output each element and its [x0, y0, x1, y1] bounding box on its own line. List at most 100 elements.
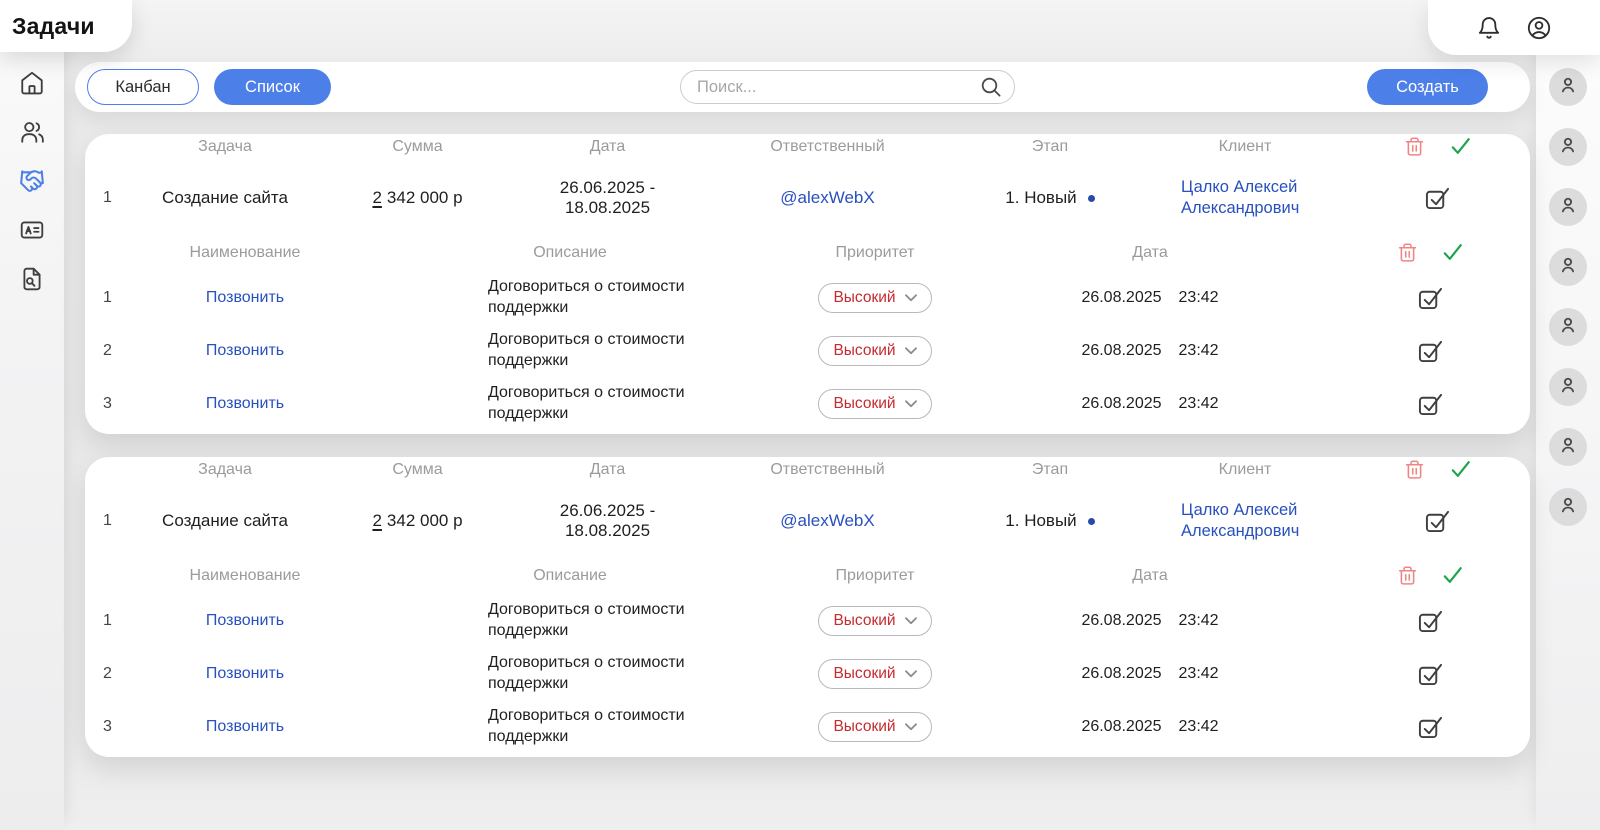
subtask-table-header: Наименование Описание Приоритет Дата [85, 235, 1530, 271]
subtask-date[interactable]: 26.08.2025 [1081, 612, 1161, 630]
task-sum[interactable]: 2342 000 р [320, 511, 515, 531]
row-checkbox[interactable] [1417, 391, 1444, 416]
subtask-row: 1 Позвонить Договориться о стоимости под… [85, 594, 1530, 647]
row-number: 3 [85, 395, 130, 413]
responsible-link[interactable]: @alexWebX [700, 511, 955, 531]
subtask-name-link[interactable]: Позвонить [130, 665, 360, 683]
row-checkbox[interactable] [1424, 508, 1451, 533]
col-sum: Сумма [320, 138, 515, 156]
task-table-header: Задача Сумма Дата Ответственный Этап Кли… [85, 134, 1530, 160]
sidebar-item-deals[interactable] [19, 170, 46, 197]
view-kanban-button[interactable]: Канбан [87, 69, 199, 105]
subtask-date[interactable]: 26.08.2025 [1081, 665, 1161, 683]
account-tab [1428, 0, 1600, 55]
subtask-time[interactable]: 23:42 [1179, 718, 1219, 736]
subtask-description: Договориться о стоимости поддержки [360, 330, 780, 372]
search-icon[interactable] [980, 76, 1002, 98]
row-checkbox[interactable] [1424, 185, 1451, 210]
subtask-row: 3 Позвонить Договориться о стоимости под… [85, 377, 1530, 430]
col-description: Описание [360, 244, 780, 262]
col-subdate: Дата [970, 567, 1330, 585]
row-checkbox[interactable] [1417, 714, 1444, 739]
subtask-name-link[interactable]: Позвонить [130, 395, 360, 413]
subtask-date[interactable]: 26.08.2025 [1081, 289, 1161, 307]
notifications-bell-icon[interactable] [1476, 15, 1502, 41]
confirm-check-icon[interactable] [1442, 242, 1464, 264]
col-responsible: Ответственный [700, 138, 955, 156]
subtask-name-link[interactable]: Позвонить [130, 612, 360, 630]
delete-icon[interactable] [1396, 565, 1418, 587]
view-list-button[interactable]: Список [214, 69, 331, 105]
user-avatar[interactable] [1549, 308, 1587, 346]
priority-dropdown[interactable]: Высокий [818, 336, 931, 366]
subtask-name-link[interactable]: Позвонить [130, 342, 360, 360]
user-avatar[interactable] [1549, 188, 1587, 226]
subtask-time[interactable]: 23:42 [1179, 395, 1219, 413]
page-title: Задачи [12, 13, 95, 40]
col-priority: Приоритет [780, 567, 970, 585]
person-icon [1557, 314, 1579, 341]
task-date-range: 26.06.2025 - 18.08.2025 [515, 178, 700, 218]
subtask-time[interactable]: 23:42 [1179, 665, 1219, 683]
user-avatar[interactable] [1549, 428, 1587, 466]
person-icon [1557, 434, 1579, 461]
account-icon[interactable] [1526, 15, 1552, 41]
task-sum[interactable]: 2342 000 р [320, 188, 515, 208]
home-icon [19, 70, 45, 101]
user-avatar[interactable] [1549, 68, 1587, 106]
subtask-time[interactable]: 23:42 [1179, 342, 1219, 360]
sidebar-item-contacts[interactable] [19, 121, 46, 148]
delete-icon[interactable] [1404, 459, 1426, 481]
search-input[interactable] [681, 78, 980, 97]
subtask-table-header: Наименование Описание Приоритет Дата [85, 558, 1530, 594]
confirm-check-icon[interactable] [1450, 459, 1472, 481]
row-checkbox[interactable] [1417, 608, 1444, 633]
client-link[interactable]: Цалко Алексей Александрович [1181, 177, 1309, 218]
priority-dropdown[interactable]: Высокий [818, 283, 931, 313]
delete-icon[interactable] [1396, 242, 1418, 264]
subtask-name-link[interactable]: Позвонить [130, 289, 360, 307]
subtask-time[interactable]: 23:42 [1179, 612, 1219, 630]
col-task: Задача [130, 461, 320, 479]
user-avatar[interactable] [1549, 368, 1587, 406]
col-priority: Приоритет [780, 244, 970, 262]
subtask-date[interactable]: 26.08.2025 [1081, 342, 1161, 360]
col-client: Клиент [1145, 461, 1345, 479]
priority-dropdown[interactable]: Высокий [818, 712, 931, 742]
sidebar-item-home[interactable] [19, 72, 46, 99]
user-avatar[interactable] [1549, 488, 1587, 526]
task-name: Создание сайта [130, 511, 320, 531]
user-avatar[interactable] [1549, 128, 1587, 166]
subtask-date[interactable]: 26.08.2025 [1081, 395, 1161, 413]
subtask-name-link[interactable]: Позвонить [130, 718, 360, 736]
sidebar-item-clients[interactable] [19, 219, 46, 246]
confirm-check-icon[interactable] [1442, 565, 1464, 587]
create-button[interactable]: Создать [1367, 69, 1488, 105]
priority-dropdown[interactable]: Высокий [818, 606, 931, 636]
right-rail [1536, 0, 1600, 830]
col-date: Дата [515, 461, 700, 479]
confirm-check-icon[interactable] [1450, 136, 1472, 158]
row-number: 2 [85, 665, 130, 683]
responsible-link[interactable]: @alexWebX [700, 188, 955, 208]
subtask-time[interactable]: 23:42 [1179, 289, 1219, 307]
subtask-row: 3 Позвонить Договориться о стоимости под… [85, 700, 1530, 753]
client-link[interactable]: Цалко Алексей Александрович [1181, 500, 1309, 541]
chevron-down-icon [905, 290, 917, 305]
subtask-date[interactable]: 26.08.2025 [1081, 718, 1161, 736]
col-description: Описание [360, 567, 780, 585]
row-checkbox[interactable] [1417, 338, 1444, 363]
delete-icon[interactable] [1404, 136, 1426, 158]
sidebar-item-documents[interactable] [19, 268, 46, 295]
subtask-row: 2 Позвонить Договориться о стоимости под… [85, 324, 1530, 377]
row-checkbox[interactable] [1417, 285, 1444, 310]
row-number: 2 [85, 342, 130, 360]
person-icon [1557, 134, 1579, 161]
user-avatar[interactable] [1549, 248, 1587, 286]
person-icon [1557, 254, 1579, 281]
row-number: 1 [85, 612, 130, 630]
priority-dropdown[interactable]: Высокий [818, 659, 931, 689]
col-stage: Этап [955, 461, 1145, 479]
row-checkbox[interactable] [1417, 661, 1444, 686]
priority-dropdown[interactable]: Высокий [818, 389, 931, 419]
